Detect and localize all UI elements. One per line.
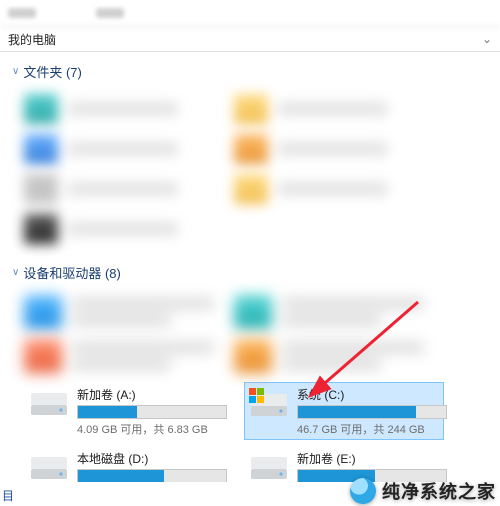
folder-item[interactable] xyxy=(24,169,214,209)
content-panel: ∨ 文件夹 (7) ∨ 设备和驱动器 (8) xyxy=(0,52,500,482)
folder-item[interactable] xyxy=(234,129,424,169)
folder-item[interactable] xyxy=(24,89,214,129)
file-explorer-window: { "breadcrumb": { "title": "我的电脑" }, "se… xyxy=(0,0,500,506)
section-title-devices: 设备和驱动器 (8) xyxy=(23,263,121,282)
folder-item[interactable] xyxy=(234,89,424,129)
watermark-text: 纯净系统之家 xyxy=(382,478,496,504)
section-title-folders: 文件夹 (7) xyxy=(23,62,82,81)
drive-subtext: 46.7 GB 可用，共 244 GB xyxy=(297,421,447,437)
drive-subtext: 4.09 GB 可用，共 6.83 GB xyxy=(77,421,227,437)
capacity-bar xyxy=(77,469,227,482)
drives-row: 本地磁盘 (D:) 42.4 GB 可用，共 99.9 GB 新加卷 (E:) … xyxy=(10,446,490,482)
hdd-icon xyxy=(29,385,69,423)
devices-grid xyxy=(10,288,490,382)
device-item[interactable] xyxy=(234,334,424,378)
folder-item[interactable] xyxy=(24,129,214,169)
drive-label: 本地磁盘 (D:) xyxy=(77,450,227,467)
address-bar[interactable]: 我的电脑 ⌄ xyxy=(0,27,500,52)
folder-item[interactable] xyxy=(24,209,214,249)
drives-row: 新加卷 (A:) 4.09 GB 可用，共 6.83 GB xyxy=(10,382,490,446)
drive-a[interactable]: 新加卷 (A:) 4.09 GB 可用，共 6.83 GB xyxy=(24,382,224,440)
device-item[interactable] xyxy=(24,334,214,378)
drive-d[interactable]: 本地磁盘 (D:) 42.4 GB 可用，共 99.9 GB xyxy=(24,446,224,482)
hdd-icon xyxy=(249,449,289,482)
drive-e[interactable]: 新加卷 (E:) 58.1 GB 可用，共 xyxy=(244,446,444,482)
hdd-icon xyxy=(29,449,69,482)
breadcrumb-title: 我的电脑 xyxy=(8,31,56,48)
watermark-logo-icon xyxy=(350,478,376,504)
section-header-folders[interactable]: ∨ 文件夹 (7) xyxy=(10,58,490,87)
menu-bar xyxy=(0,0,500,27)
capacity-bar xyxy=(77,405,227,419)
section-header-devices[interactable]: ∨ 设备和驱动器 (8) xyxy=(10,259,490,288)
folders-grid xyxy=(10,87,490,259)
hdd-windows-icon xyxy=(249,385,289,423)
drive-label: 系统 (C:) xyxy=(297,386,447,403)
device-item[interactable] xyxy=(234,290,424,334)
watermark: 纯净系统之家 xyxy=(350,478,496,504)
chevron-down-icon[interactable]: ⌄ xyxy=(482,32,492,46)
corner-text: 目 xyxy=(2,487,14,504)
chevron-down-icon: ∨ xyxy=(12,267,19,278)
device-item[interactable] xyxy=(24,290,214,334)
chevron-down-icon: ∨ xyxy=(12,66,19,77)
drive-label: 新加卷 (A:) xyxy=(77,386,227,403)
capacity-bar xyxy=(297,405,447,419)
drive-c[interactable]: 系统 (C:) 46.7 GB 可用，共 244 GB xyxy=(244,382,444,440)
drive-label: 新加卷 (E:) xyxy=(297,450,447,467)
folder-item[interactable] xyxy=(234,169,424,209)
